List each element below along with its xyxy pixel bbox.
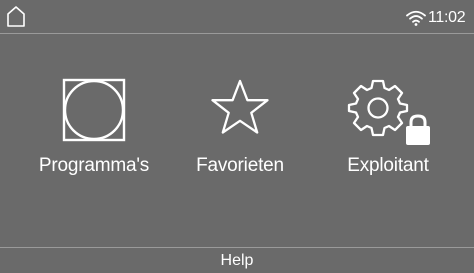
- operator-label: Exploitant: [347, 155, 429, 176]
- favorites-label: Favorieten: [196, 155, 284, 176]
- star-icon: [211, 79, 269, 134]
- gear-lock-icon: [347, 79, 430, 145]
- main-menu: Programma's Favorieten Exploitant: [0, 34, 474, 247]
- drum-icon: [62, 78, 126, 142]
- programs-label: Programma's: [38, 155, 150, 176]
- help-button[interactable]: Help: [0, 247, 474, 273]
- clock-time: 11:02: [428, 9, 466, 26]
- favorites-tile[interactable]: Favorieten: [170, 74, 310, 184]
- home-icon[interactable]: [6, 5, 26, 27]
- operator-tile[interactable]: Exploitant: [318, 74, 458, 184]
- status-bar: 11:02: [0, 0, 474, 34]
- wifi-icon: [406, 10, 426, 26]
- help-label: Help: [220, 252, 254, 269]
- programs-tile[interactable]: Programma's: [24, 74, 164, 184]
